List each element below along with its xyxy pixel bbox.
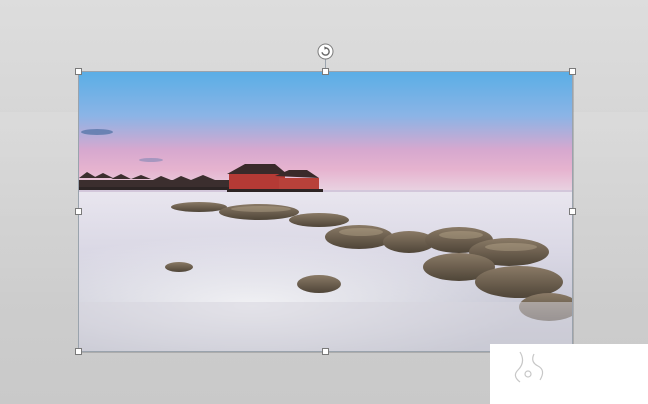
resize-handle-top-right[interactable] [569, 68, 576, 75]
seascape-image [79, 72, 573, 352]
resize-handle-bottom-left[interactable] [75, 348, 82, 355]
resize-handle-top-center[interactable] [322, 68, 329, 75]
rotate-icon[interactable] [317, 43, 334, 60]
resize-handle-middle-left[interactable] [75, 208, 82, 215]
resize-handle-middle-right[interactable] [569, 208, 576, 215]
resize-handle-bottom-center[interactable] [322, 348, 329, 355]
slide-editing-area[interactable] [0, 0, 648, 404]
seascape-picture[interactable] [79, 72, 573, 352]
resize-handle-top-left[interactable] [75, 68, 82, 75]
watermark-logo [490, 344, 648, 404]
